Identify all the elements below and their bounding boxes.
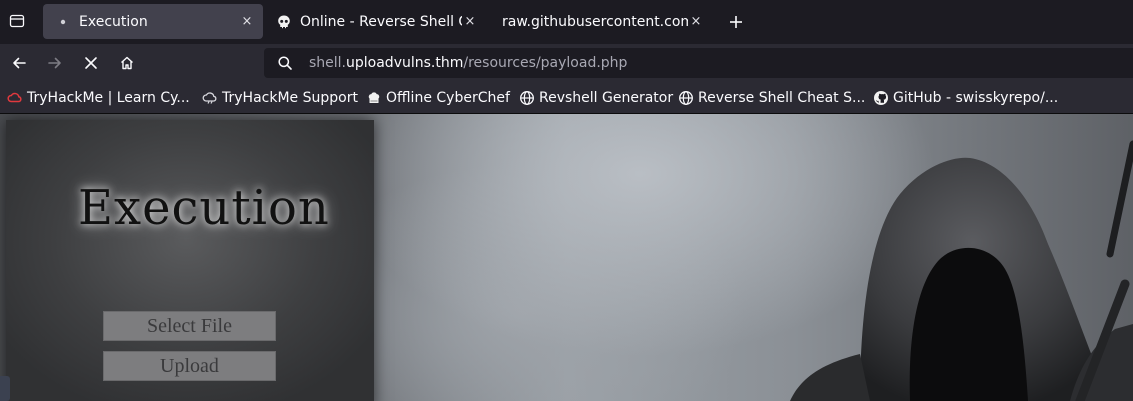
bookmark-github[interactable]: GitHub - swisskyrepo/... <box>873 89 1058 107</box>
tab-strip: Execution × Online - Reverse Shell Ge × … <box>0 0 1133 44</box>
select-file-button[interactable]: Select File <box>103 311 276 341</box>
close-icon[interactable]: × <box>239 14 255 30</box>
tab-overview-icon[interactable] <box>6 10 28 32</box>
tab-title: raw.githubusercontent.com/ <box>502 13 688 30</box>
stop-loading-icon[interactable] <box>81 53 101 73</box>
globe-icon <box>519 90 535 106</box>
tab-execution[interactable]: Execution × <box>43 4 263 39</box>
bookmark-revshell-generator[interactable]: Revshell Generator <box>519 89 673 107</box>
tab-title: Execution <box>79 13 148 30</box>
bookmark-reverse-shell-cheat[interactable]: Reverse Shell Cheat S... <box>678 89 865 107</box>
new-tab-button[interactable] <box>726 12 746 32</box>
skull-icon <box>276 14 292 30</box>
tab-raw-github[interactable]: raw.githubusercontent.com/ × <box>490 4 708 39</box>
bookmark-tryhackme[interactable]: TryHackMe | Learn Cy... <box>7 89 190 107</box>
url-prefix: shell. <box>309 55 347 71</box>
url-host: uploadvulns.thm <box>346 55 464 71</box>
url-bar[interactable]: shell. uploadvulns.thm/resources/payload.… <box>264 48 1133 78</box>
cyberchef-icon <box>366 90 382 106</box>
bookmark-label: Offline CyberChef <box>386 90 510 106</box>
globe-icon <box>678 90 694 106</box>
search-icon <box>277 55 293 71</box>
bookmark-label: TryHackMe | Learn Cy... <box>27 90 190 106</box>
tab-title: Online - Reverse Shell Ge <box>300 13 462 30</box>
back-arrow-icon[interactable] <box>9 53 29 73</box>
bookmark-tryhackme-support[interactable]: TryHackMe Support <box>202 89 358 107</box>
upload-button[interactable]: Upload <box>103 351 276 381</box>
bookmark-label: TryHackMe Support <box>222 90 358 106</box>
tryhackme-icon <box>7 90 23 106</box>
close-icon[interactable]: × <box>462 14 478 30</box>
forward-arrow-icon[interactable] <box>45 53 65 73</box>
sidebar-handle[interactable] <box>0 376 10 401</box>
page-title: Execution <box>78 180 330 236</box>
bookmarks-toolbar: TryHackMe | Learn Cy... TryHackMe Suppor… <box>0 82 1133 114</box>
tab-reverse-shell[interactable]: Online - Reverse Shell Ge × <box>268 4 482 39</box>
bookmark-label: Revshell Generator <box>539 90 674 106</box>
close-icon[interactable]: × <box>688 14 704 30</box>
bookmark-cyberchef[interactable]: Offline CyberChef <box>366 89 510 107</box>
home-icon[interactable] <box>117 53 137 73</box>
bookmark-label: Reverse Shell Cheat S... <box>698 90 866 106</box>
grim-reaper-image <box>790 140 1133 401</box>
tryhackme-support-icon <box>202 90 218 106</box>
url-path: /resources/payload.php <box>463 55 628 71</box>
page-dot-icon <box>55 14 71 30</box>
github-icon <box>873 90 889 106</box>
bookmark-label: GitHub - swisskyrepo/... <box>893 90 1059 106</box>
